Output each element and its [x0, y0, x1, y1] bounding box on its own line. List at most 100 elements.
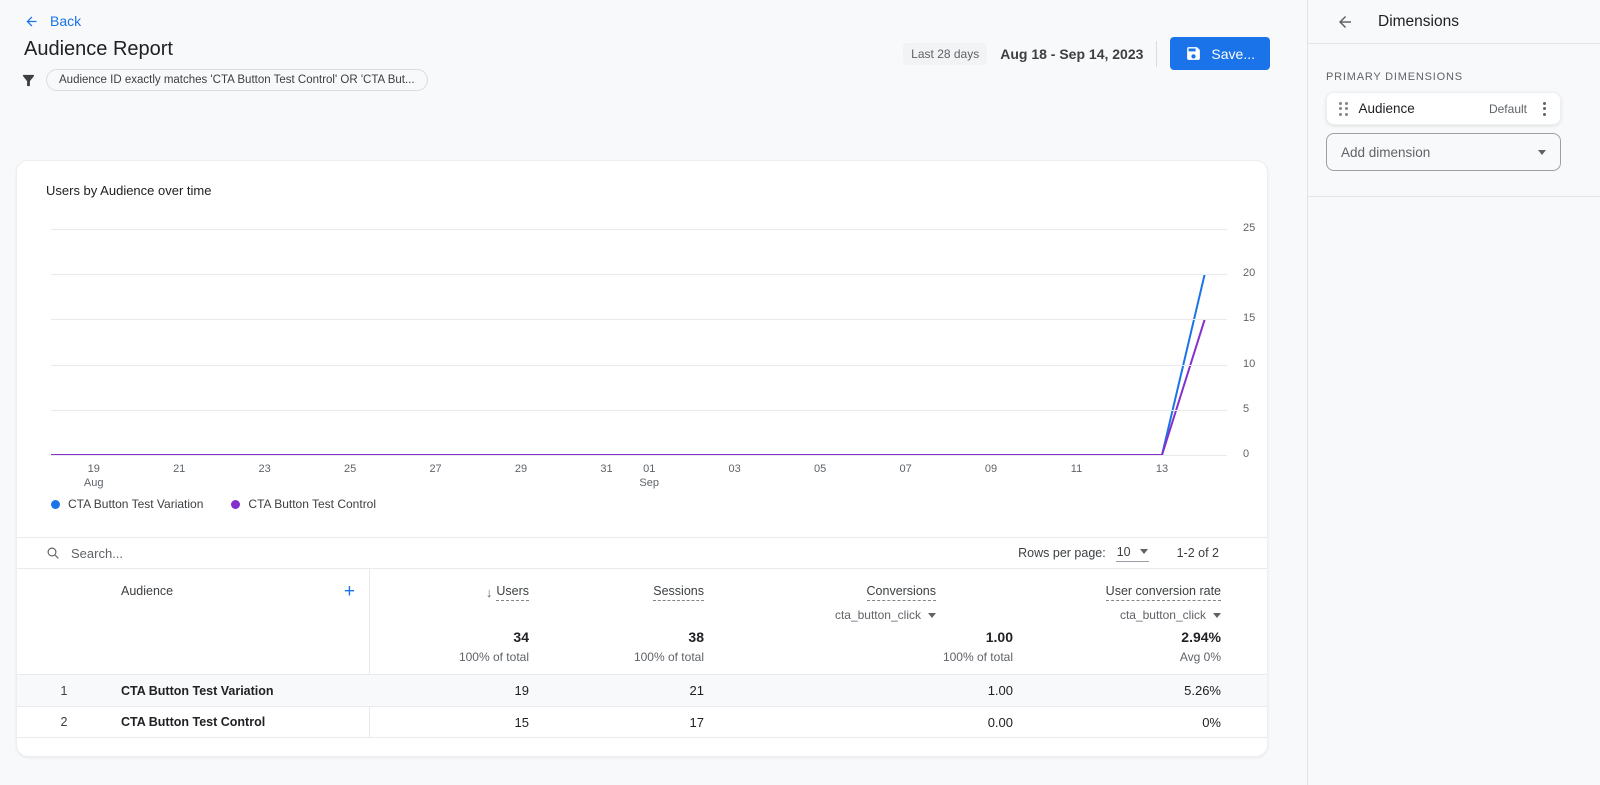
users-header-cell: ↓ Users 34 100% of total [369, 569, 529, 675]
chart-lines [51, 273, 1206, 456]
table-row[interactable]: 2 CTA Button Test Control 15 17 0.00 0% [17, 706, 1267, 738]
add-dimension-label: Add dimension [1341, 144, 1431, 160]
sessions-total-value: 38 [688, 629, 704, 645]
gridline [51, 409, 1227, 411]
y-axis-tick-label: 20 [1243, 267, 1256, 280]
gridline [51, 274, 1227, 276]
chart-legend: CTA Button Test Variation CTA Button Tes… [51, 497, 376, 511]
conversions-header-cell: Conversions cta_button_click 1.00 100% o… [704, 569, 1013, 675]
search-input[interactable] [71, 545, 291, 561]
conversion-rate-header-cell: User conversion rate cta_button_click 2.… [1013, 569, 1221, 675]
audience-column-label[interactable]: Audience [121, 584, 173, 598]
conversions-total-value: 1.00 [985, 629, 1013, 645]
panel-title: Dimensions [1378, 12, 1459, 30]
chevron-down-icon [1213, 612, 1221, 618]
save-button[interactable]: Save... [1170, 37, 1270, 70]
date-range[interactable]: Aug 18 - Sep 14, 2023 [1000, 46, 1143, 62]
conversions-total-note: 100% of total [942, 650, 1013, 664]
chart-x-ticks: 19 Aug 21 23 25 27 29 31 01 Sep 03 05 07 09 11 13 [51, 462, 1227, 492]
rows-per-page-label: Rows per page: [1018, 546, 1106, 560]
legend-item-variation: CTA Button Test Variation [51, 497, 203, 511]
row-index: 2 [60, 715, 68, 729]
y-axis-tick-label: 5 [1243, 402, 1250, 415]
gridline [51, 229, 1227, 230]
search-icon [47, 547, 59, 559]
sessions-total-note: 100% of total [633, 650, 704, 664]
x-axis-tick-label: 09 [984, 463, 998, 475]
conversion-rate-event-select[interactable]: cta_button_click [1120, 608, 1221, 622]
x-axis-tick-label: 27 [429, 463, 442, 475]
sessions-column-label: Sessions [653, 584, 704, 601]
gridline [51, 364, 1227, 366]
y-axis-tick-label: 0 [1243, 448, 1250, 460]
chart-title: Users by Audience over time [46, 183, 212, 198]
conversions-event-select[interactable]: cta_button_click [835, 608, 936, 622]
conversion-rate-total-value: 2.94% [1181, 629, 1221, 645]
audience-header-cell: Audience + [17, 569, 369, 675]
page-title: Audience Report [24, 38, 173, 60]
sort-descending-icon: ↓ [485, 585, 493, 600]
filter-bar: Audience ID exactly matches 'CTA Button … [20, 69, 428, 91]
x-axis-tick-label: 07 [899, 463, 912, 475]
header-controls: Last 28 days Aug 18 - Sep 14, 2023 Save.… [903, 37, 1270, 70]
filter-chip[interactable]: Audience ID exactly matches 'CTA Button … [46, 69, 428, 91]
conversion-rate-event-label: cta_button_click [1119, 608, 1206, 622]
row-conversion-rate-value: 5.26% [1184, 683, 1221, 698]
date-preset-chip[interactable]: Last 28 days [903, 42, 988, 65]
table-header: Audience + ↓ Users 34 100% of total Sess… [17, 568, 1267, 674]
dimension-item-audience[interactable]: Audience Default [1326, 92, 1561, 125]
row-conversion-rate-value: 0% [1202, 714, 1221, 730]
conversion-rate-column-header[interactable]: User conversion rate [1105, 584, 1221, 601]
x-axis-tick-label: 19 Aug [83, 463, 104, 489]
x-axis-tick-label: 13 [1155, 463, 1169, 475]
x-axis-tick-label: 11 [1070, 463, 1083, 475]
save-label: Save... [1211, 45, 1255, 62]
row-conversions-value: 1.00 [987, 683, 1013, 698]
row-sessions-value: 17 [689, 714, 704, 730]
y-axis-tick-label: 15 [1243, 312, 1256, 325]
rows-per-page-select[interactable]: 10 [1115, 545, 1149, 562]
x-axis-tick-label: 31 [600, 463, 613, 475]
chevron-down-icon [1538, 149, 1546, 155]
main-content: Back Audience Report Audience ID exactly… [0, 0, 1307, 785]
users-total: 34 100% of total [459, 629, 529, 675]
conversion-rate-column-label: User conversion rate [1105, 584, 1221, 601]
users-total-value: 34 [513, 629, 529, 645]
conversions-column-label: Conversions [866, 584, 936, 601]
x-axis-tick-label: 25 [343, 463, 357, 475]
sessions-column-header[interactable]: Sessions [653, 584, 704, 601]
conversions-column-header[interactable]: Conversions [866, 584, 936, 601]
report-card: Users by Audience over time 0 5 10 15 20 25 1… [16, 160, 1268, 757]
users-column-header[interactable]: ↓ Users [486, 584, 529, 601]
x-axis-tick-label: 29 [514, 463, 528, 475]
legend-label: CTA Button Test Variation [68, 497, 204, 511]
row-conversions-value: 0.00 [987, 714, 1013, 730]
conversion-rate-total-note: Avg 0% [1179, 650, 1221, 664]
more-options-icon[interactable] [1538, 98, 1551, 120]
users-total-note: 100% of total [458, 650, 529, 664]
primary-dimensions-label: PRIMARY DIMENSIONS [1326, 71, 1463, 83]
panel-back-arrow-icon[interactable] [1336, 13, 1354, 31]
row-index: 1 [60, 683, 68, 698]
add-column-button[interactable]: + [344, 582, 355, 601]
drag-handle-icon[interactable] [1339, 101, 1348, 116]
pager: Rows per page: 10 1-2 of 2 [1018, 545, 1219, 562]
table-toolbar: Rows per page: 10 1-2 of 2 [17, 538, 1267, 568]
sessions-header-cell: Sessions 38 100% of total [529, 569, 704, 675]
add-dimension-select[interactable]: Add dimension [1326, 133, 1561, 171]
sessions-total: 38 100% of total [634, 629, 704, 675]
save-icon [1187, 47, 1201, 60]
table-row[interactable]: 1 CTA Button Test Variation 19 21 1.00 5… [17, 674, 1267, 706]
back-link[interactable]: Back [24, 13, 81, 29]
conversion-rate-total: 2.94% Avg 0% [1180, 629, 1221, 675]
x-axis-tick-label: 01 Sep [639, 463, 660, 489]
x-axis-tick-label: 03 [728, 463, 741, 475]
gridline [51, 455, 1227, 456]
header-divider [1156, 40, 1158, 67]
users-column-label: Users [496, 584, 529, 601]
legend-label: CTA Button Test Control [248, 497, 377, 511]
row-users-value: 19 [514, 683, 529, 698]
chart-series-line [51, 319, 1206, 456]
row-users-value: 15 [514, 714, 529, 730]
row-audience-name: CTA Button Test Control [121, 715, 266, 729]
